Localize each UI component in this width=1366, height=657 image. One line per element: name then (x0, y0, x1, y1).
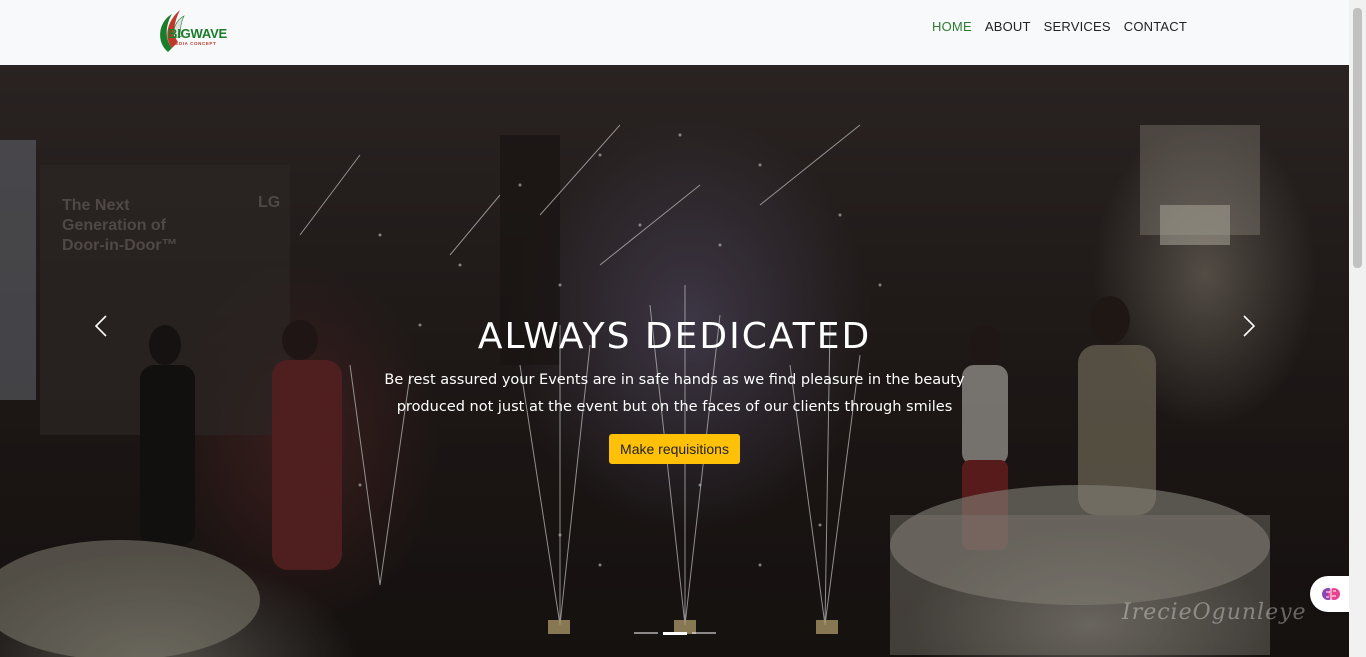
brand-name: BIGWAVE (168, 26, 228, 41)
carousel-indicator-1[interactable] (634, 632, 658, 634)
brand-logo[interactable]: BIGWAVE MEDIA CONCEPT (154, 8, 234, 56)
nav-menu: HOME ABOUT SERVICES CONTACT (932, 19, 1187, 34)
photographer-signature: IrecieOgunleye (1122, 600, 1307, 625)
scrollbar-thumb[interactable] (1353, 8, 1362, 268)
make-requisitions-button[interactable]: Make requisitions (609, 434, 740, 464)
carousel-indicator-3[interactable] (692, 632, 716, 634)
brain-icon (1322, 588, 1340, 600)
nav-about[interactable]: ABOUT (985, 19, 1031, 34)
carousel-indicator-2[interactable] (663, 632, 687, 635)
nav-contact[interactable]: CONTACT (1124, 19, 1187, 34)
page: BIGWAVE MEDIA CONCEPT HOME ABOUT SERVICE… (0, 0, 1366, 657)
hero-caption: ALWAYS DEDICATED Be rest assured your Ev… (0, 315, 1349, 464)
navbar: BIGWAVE MEDIA CONCEPT HOME ABOUT SERVICE… (0, 0, 1349, 65)
nav-home[interactable]: HOME (932, 19, 972, 34)
carousel-indicators (634, 632, 716, 635)
hero-text: Be rest assured your Events are in safe … (384, 372, 965, 415)
page-scrollbar[interactable] (1349, 0, 1366, 657)
nav-services[interactable]: SERVICES (1044, 19, 1111, 34)
brand-tagline: MEDIA CONCEPT (171, 41, 217, 46)
hero-carousel: The Next Generation of Door-in-Door™ LG (0, 65, 1349, 657)
hero-title: ALWAYS DEDICATED (477, 316, 872, 357)
